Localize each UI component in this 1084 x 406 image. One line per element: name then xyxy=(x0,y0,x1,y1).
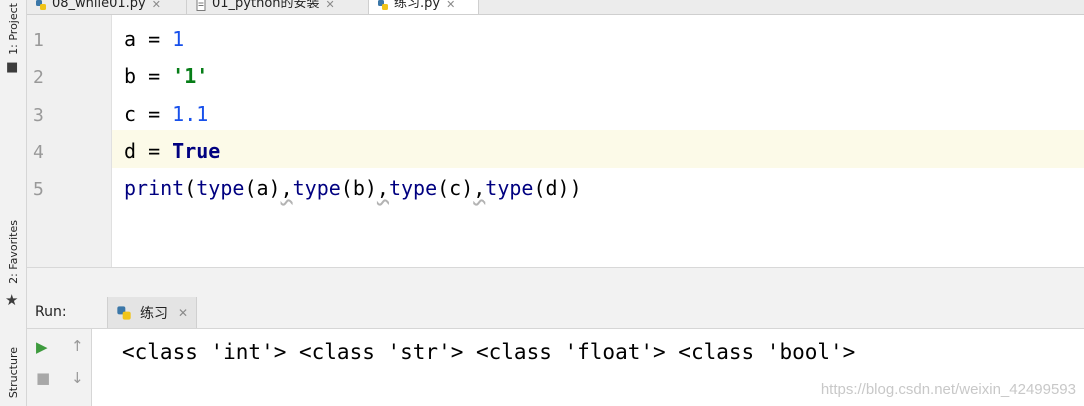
close-icon[interactable]: ✕ xyxy=(326,0,335,11)
code-line-1[interactable]: a = 1 xyxy=(124,27,184,51)
play-icon[interactable]: ▶ xyxy=(36,338,48,356)
panel-divider[interactable] xyxy=(27,267,1084,298)
star-icon[interactable]: ★ xyxy=(5,291,18,309)
line-number: 4 xyxy=(33,142,44,163)
tab-label: 08_while01.py xyxy=(52,0,146,11)
close-icon[interactable]: ✕ xyxy=(446,0,455,11)
project-tool-label: 1: Project xyxy=(6,3,20,55)
editor-tab-bar: 08_while01.py ✕ 01_python的安装 ✕ 练习.py ✕ xyxy=(27,0,1084,15)
tab-lianxi[interactable]: 练习.py ✕ xyxy=(369,0,479,14)
tab-01-python-install[interactable]: 01_python的安装 ✕ xyxy=(187,0,369,14)
favorites-tool-label: 2: Favorites xyxy=(6,220,20,284)
text-file-icon xyxy=(196,0,206,11)
arrow-down-icon[interactable]: ↓ xyxy=(71,369,84,387)
stop-icon[interactable]: ■ xyxy=(36,369,50,387)
tab-08-while01[interactable]: 08_while01.py ✕ xyxy=(27,0,187,14)
console-output: <class 'int'> <class 'str'> <class 'floa… xyxy=(122,340,856,364)
run-toolbar: ▶ ↑ ■ ↓ xyxy=(27,329,92,406)
code-editor[interactable]: 1 2 3 4 5 a = 1 b = '1' c = 1.1 d = True… xyxy=(27,15,1084,267)
folder-icon[interactable]: ■ xyxy=(6,60,18,75)
project-tool-tab[interactable]: 1: Project xyxy=(0,0,26,58)
structure-tool-tab[interactable]: Structure xyxy=(0,340,26,406)
line-number: 5 xyxy=(33,179,44,200)
code-line-3[interactable]: c = 1.1 xyxy=(124,102,208,126)
line-number: 3 xyxy=(33,105,44,126)
run-tab-lianxi[interactable]: 练习 ✕ xyxy=(107,297,198,328)
tab-label: 01_python的安装 xyxy=(212,0,320,11)
run-console[interactable]: <class 'int'> <class 'str'> <class 'floa… xyxy=(92,329,1084,406)
line-number: 2 xyxy=(33,67,44,88)
left-tool-strip: 1: Project ■ 2: Favorites ★ Structure xyxy=(0,0,27,406)
code-line-2[interactable]: b = '1' xyxy=(124,64,208,88)
run-tab-label: 练习 xyxy=(140,305,168,322)
code-line-4[interactable]: d = True xyxy=(124,139,220,163)
tab-label: 练习.py xyxy=(394,0,441,11)
arrow-up-icon[interactable]: ↑ xyxy=(71,337,84,355)
line-number: 1 xyxy=(33,30,44,51)
close-icon[interactable]: ✕ xyxy=(152,0,161,11)
structure-tool-label: Structure xyxy=(6,347,20,399)
code-line-5[interactable]: print(type(a),type(b),type(c),type(d)) xyxy=(124,176,582,200)
python-file-icon xyxy=(117,305,131,320)
favorites-tool-tab[interactable]: 2: Favorites xyxy=(0,214,26,290)
watermark: https://blog.csdn.net/weixin_42499593 xyxy=(820,381,1076,398)
run-panel-header: Run: 练习 ✕ xyxy=(27,297,1084,329)
python-file-icon xyxy=(378,0,388,10)
line-number-gutter xyxy=(27,15,112,267)
close-icon[interactable]: ✕ xyxy=(178,306,188,320)
run-label: Run: xyxy=(35,304,67,320)
python-file-icon xyxy=(36,0,46,10)
